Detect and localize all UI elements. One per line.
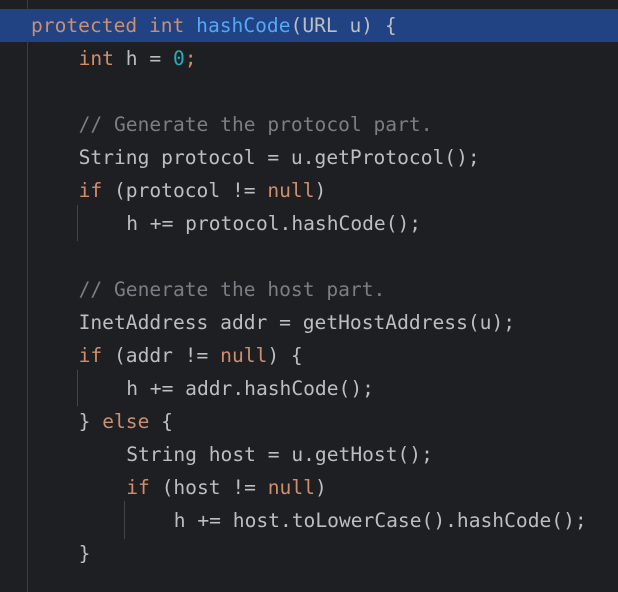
code-token: InetAddress addr = getHostAddress(u); xyxy=(78,311,516,334)
code-line[interactable]: h += host.toLowerCase().hashCode(); xyxy=(0,504,618,537)
code-token: ) xyxy=(314,179,327,202)
code-token: String protocol = u.getProtocol(); xyxy=(78,146,480,169)
code-line[interactable]: h += addr.hashCode(); xyxy=(0,372,618,405)
code-editor[interactable]: protected int hashCode(URL u) {int h = 0… xyxy=(0,0,618,592)
code-text: int h = 0; xyxy=(79,42,197,75)
code-token: null xyxy=(267,476,315,499)
code-token: String host = u.getHost(); xyxy=(126,443,433,466)
code-line[interactable] xyxy=(0,75,618,108)
code-token: int xyxy=(78,47,114,70)
indent-guide xyxy=(124,501,125,539)
code-line[interactable]: } xyxy=(0,537,618,570)
code-line[interactable]: String protocol = u.getProtocol(); xyxy=(0,141,618,174)
code-text: if (addr != null) { xyxy=(79,339,303,372)
current-code-line[interactable]: protected int hashCode(URL u) { xyxy=(0,9,618,42)
code-line[interactable]: // Generate the host part. xyxy=(0,273,618,306)
code-token: h = xyxy=(113,47,173,70)
code-text: } else { xyxy=(79,405,173,438)
code-token: (addr != xyxy=(102,344,221,367)
code-text: h += protocol.hashCode(); xyxy=(126,207,421,240)
code-token: if xyxy=(126,476,150,499)
code-line[interactable]: // Generate the protocol part. xyxy=(0,108,618,141)
code-token: else xyxy=(102,410,150,433)
indent-guide xyxy=(77,370,78,406)
code-token: ) xyxy=(314,476,327,499)
code-token: } xyxy=(78,410,103,433)
code-token: h += addr.hashCode(); xyxy=(126,377,374,400)
code-token: hashCode xyxy=(196,14,291,37)
code-token: (protocol != xyxy=(102,179,268,202)
code-token: } xyxy=(78,542,91,565)
code-text: h += addr.hashCode(); xyxy=(126,372,374,405)
code-token: h += protocol.hashCode(); xyxy=(126,212,422,235)
code-line[interactable]: h += protocol.hashCode(); xyxy=(0,207,618,240)
code-token: null xyxy=(220,344,268,367)
code-token: if xyxy=(78,344,103,367)
code-line[interactable]: if (protocol != null) xyxy=(0,174,618,207)
code-line[interactable]: if (host != null) xyxy=(0,471,618,504)
code-token: // Generate the protocol part. xyxy=(78,113,433,136)
code-token: { xyxy=(149,410,173,433)
code-text: } xyxy=(79,537,91,570)
code-text: // Generate the host part. xyxy=(79,273,386,306)
code-token: ) { xyxy=(267,344,303,367)
code-token: (host != xyxy=(149,476,268,499)
code-token: protected xyxy=(31,14,138,37)
code-line[interactable]: String host = u.getHost(); xyxy=(0,438,618,471)
code-text: String host = u.getHost(); xyxy=(126,438,433,471)
code-text: String protocol = u.getProtocol(); xyxy=(79,141,480,174)
code-text: if (host != null) xyxy=(126,471,327,504)
code-line[interactable]: } else { xyxy=(0,405,618,438)
code-token: if xyxy=(78,179,103,202)
code-token: int xyxy=(148,14,185,37)
code-token: ; xyxy=(184,47,197,70)
code-token: // Generate the host part. xyxy=(78,278,386,301)
code-token: 0 xyxy=(172,47,185,70)
code-line[interactable] xyxy=(0,240,618,273)
code-text: InetAddress addr = getHostAddress(u); xyxy=(79,306,515,339)
code-token: null xyxy=(267,179,315,202)
code-line[interactable]: if (addr != null) { xyxy=(0,339,618,372)
code-line[interactable]: int h = 0; xyxy=(0,42,618,75)
code-token: (URL u) { xyxy=(290,14,397,37)
code-text: protected int hashCode(URL u) { xyxy=(31,9,397,42)
indent-guide xyxy=(77,205,78,241)
code-text: // Generate the protocol part. xyxy=(79,108,433,141)
code-text: if (protocol != null) xyxy=(79,174,327,207)
code-line[interactable]: InetAddress addr = getHostAddress(u); xyxy=(0,306,618,339)
code-text: h += host.toLowerCase().hashCode(); xyxy=(174,504,587,537)
code-token: h += host.toLowerCase().hashCode(); xyxy=(173,509,587,532)
